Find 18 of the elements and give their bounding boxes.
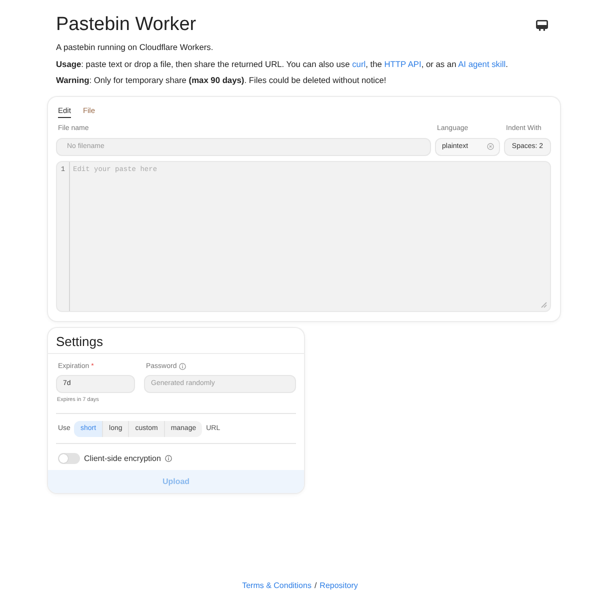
footer-link[interactable]: Terms & Conditions bbox=[242, 581, 312, 590]
info-icon bbox=[164, 454, 172, 462]
intro-paragraph: Usage: paste text or drop a file, then share the returned URL. You can also use curl, the HTTP API, or as an AI agent skill. bbox=[56, 58, 509, 71]
clear-icon[interactable] bbox=[487, 143, 494, 150]
intro-paragraph: A pastebin running on Cloudflare Workers. bbox=[56, 41, 214, 54]
inline-link[interactable]: AI agent skill bbox=[458, 58, 506, 68]
inline-link[interactable]: curl bbox=[352, 58, 366, 68]
toggle-label: Client-side encryption bbox=[84, 454, 161, 462]
card-title: Settings bbox=[56, 334, 104, 350]
footer-link[interactable]: Repository bbox=[320, 581, 358, 590]
monitor-icon[interactable] bbox=[536, 20, 548, 30]
inline-link[interactable]: HTTP API bbox=[384, 58, 422, 68]
encryption-toggle[interactable] bbox=[58, 452, 80, 464]
info-icon bbox=[178, 363, 186, 370]
page-title: Pastebin Worker bbox=[56, 14, 196, 36]
resize-grip-icon[interactable] bbox=[541, 302, 547, 308]
intro-paragraph: Warning: Only for temporary share (max 90 days). Files could be deleted without notice! bbox=[56, 74, 388, 87]
footer-separator: / bbox=[314, 581, 317, 590]
